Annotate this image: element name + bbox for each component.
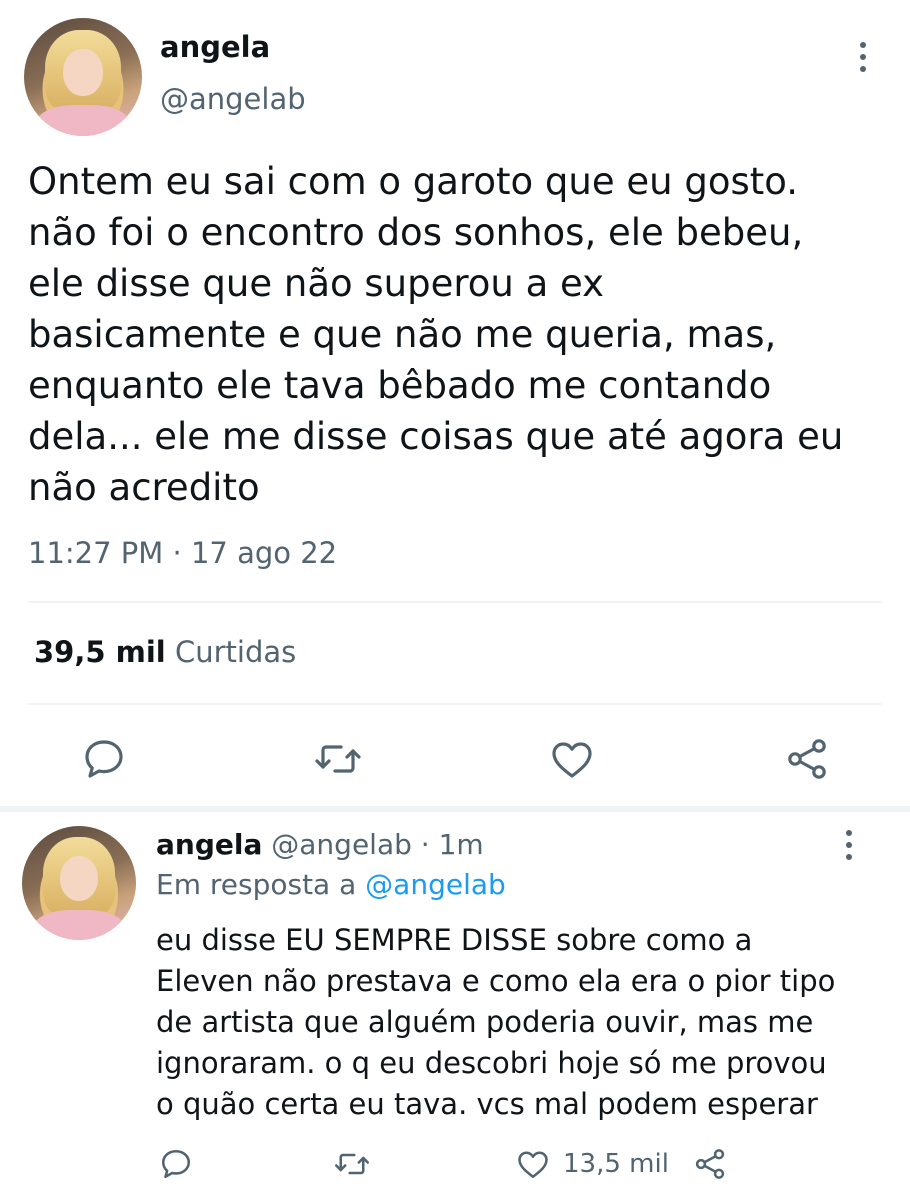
- divider: [28, 703, 882, 705]
- tweet-timestamp[interactable]: 11:27 PM · 17 ago 22: [28, 536, 337, 570]
- reply-header: angela @angelab · 1m: [156, 828, 484, 861]
- reply-like-button[interactable]: 13,5 mil: [515, 1146, 669, 1182]
- author-avatar[interactable]: [24, 18, 142, 136]
- reply-text: eu disse EU SEMPRE DISSE sobre como a El…: [156, 923, 836, 1121]
- retweet-icon: [315, 745, 361, 773]
- reply-share-button[interactable]: [692, 1146, 728, 1182]
- reply-context: Em resposta a @angelab: [156, 868, 506, 901]
- reply-author-name[interactable]: angela: [156, 828, 262, 861]
- reply-author-avatar[interactable]: [22, 826, 136, 940]
- share-icon: [695, 1149, 725, 1179]
- tweet-text: Ontem eu sai com o garoto que eu gosto. …: [28, 160, 844, 509]
- author-handle[interactable]: @angelab: [160, 82, 306, 116]
- reply-reply-button[interactable]: [158, 1146, 194, 1182]
- author-name[interactable]: angela: [160, 30, 270, 64]
- share-button[interactable]: [783, 735, 831, 783]
- retweet-icon: [334, 1153, 370, 1175]
- share-icon: [788, 739, 826, 779]
- retweet-button[interactable]: [313, 735, 363, 783]
- divider: [28, 601, 882, 603]
- likes-stat[interactable]: 39,5 mil Curtidas: [34, 635, 296, 669]
- speech-bubble-icon: [161, 1149, 191, 1179]
- section-separator: [0, 806, 910, 812]
- reply-like-count: 13,5 mil: [563, 1149, 669, 1179]
- reply-retweet-button[interactable]: [333, 1146, 371, 1182]
- reply-prefix: Em resposta a: [156, 868, 357, 901]
- reply-time-ago[interactable]: 1m: [439, 828, 484, 861]
- speech-bubble-icon: [85, 740, 123, 778]
- likes-label: Curtidas: [174, 635, 297, 669]
- separator-dot: ·: [420, 828, 430, 861]
- reply-to-link[interactable]: @angelab: [365, 868, 506, 901]
- heart-icon: [552, 742, 592, 778]
- more-vertical-icon[interactable]: [853, 42, 873, 72]
- more-vertical-icon[interactable]: [839, 830, 859, 860]
- heart-icon: [518, 1151, 548, 1179]
- like-button[interactable]: [548, 735, 596, 783]
- reply-author-handle[interactable]: @angelab: [271, 828, 412, 861]
- likes-count: 39,5 mil: [34, 635, 166, 669]
- reply-button[interactable]: [80, 735, 128, 783]
